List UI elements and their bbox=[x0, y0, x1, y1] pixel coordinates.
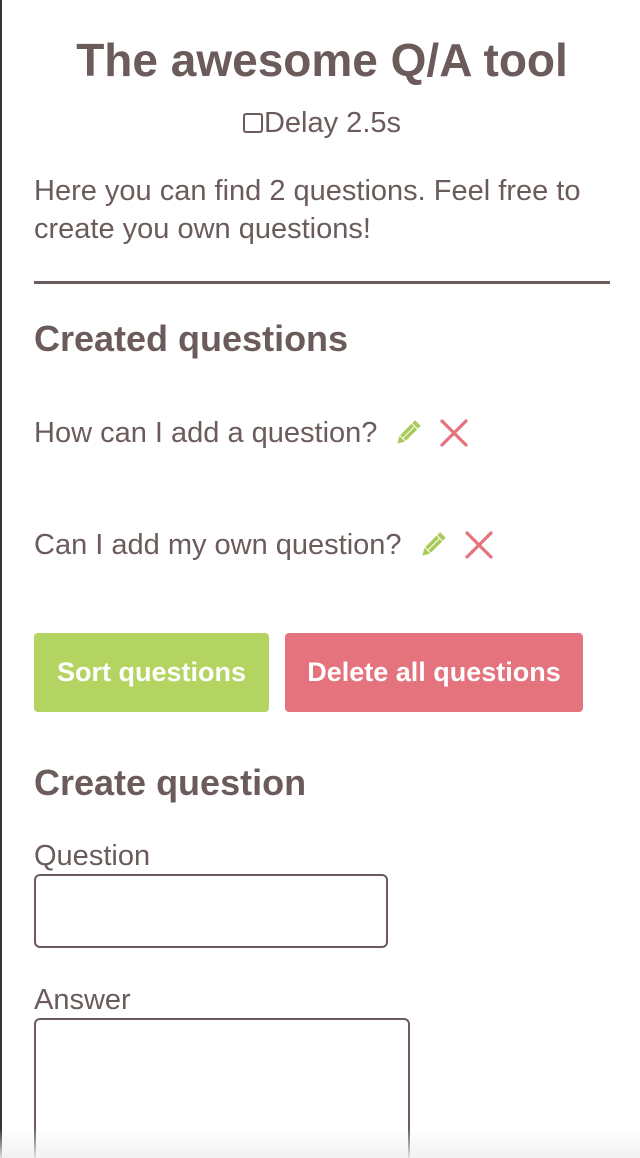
question-text[interactable]: How can I add a question? bbox=[34, 414, 377, 452]
created-questions-heading: Created questions bbox=[34, 318, 349, 359]
delay-checkbox[interactable] bbox=[242, 113, 263, 133]
answer-field-label: Answer bbox=[34, 984, 131, 1016]
close-icon[interactable] bbox=[464, 530, 494, 560]
pencil-icon[interactable] bbox=[393, 418, 423, 448]
question-item[interactable]: How can I add a question? bbox=[34, 414, 469, 452]
scroll-fade bbox=[0, 1128, 640, 1158]
question-item[interactable]: Can I add my own question? bbox=[34, 526, 494, 564]
page-title: The awesome Q/A tool bbox=[76, 34, 568, 86]
close-icon[interactable] bbox=[439, 418, 469, 448]
delete-all-questions-button[interactable]: Delete all questions bbox=[285, 633, 583, 712]
sort-questions-button[interactable]: Sort questions bbox=[34, 633, 269, 712]
divider bbox=[34, 281, 610, 284]
pencil-icon[interactable] bbox=[418, 530, 448, 560]
intro-text: Here you can find 2 questions. Feel free… bbox=[34, 175, 581, 245]
delay-text: Delay 2.5s bbox=[263, 107, 401, 139]
window-edge bbox=[0, 0, 2, 1158]
question-input[interactable] bbox=[34, 874, 388, 948]
question-text[interactable]: Can I add my own question? bbox=[34, 526, 402, 564]
delay-label[interactable]: Delay 2.5s bbox=[242, 107, 401, 139]
create-question-heading: Create question bbox=[34, 762, 307, 803]
question-field-label: Question bbox=[34, 840, 151, 872]
delay-toggle[interactable]: Delay 2.5s bbox=[34, 104, 610, 142]
